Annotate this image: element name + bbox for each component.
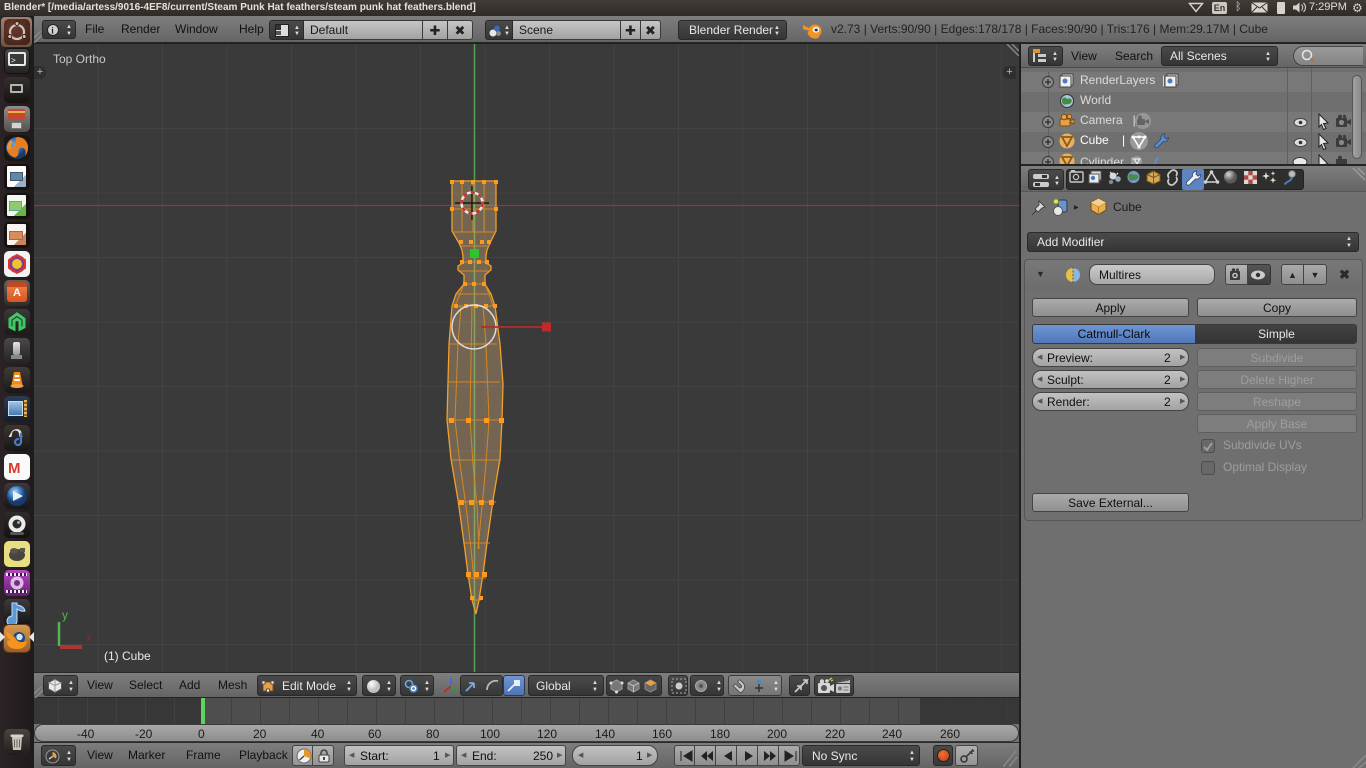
svg-text:x: x bbox=[86, 631, 92, 645]
svg-text:y: y bbox=[62, 608, 68, 622]
